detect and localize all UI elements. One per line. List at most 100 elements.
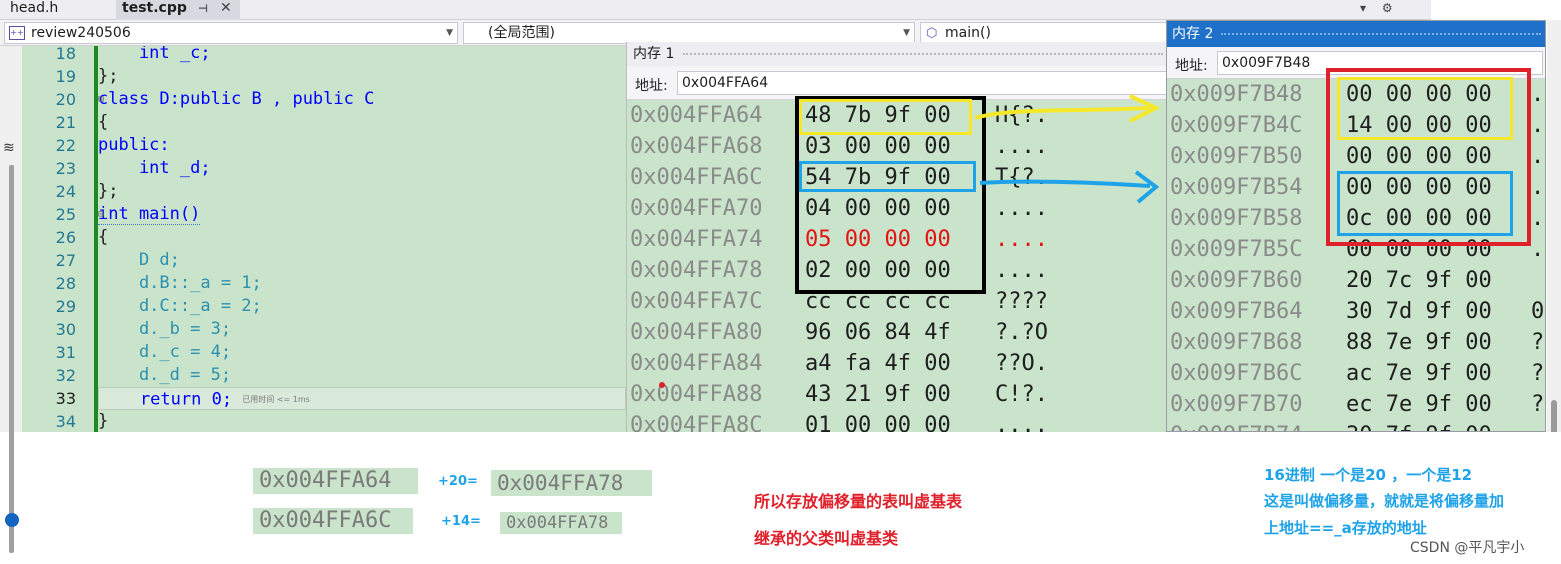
address-input[interactable]: 0x004FFA64: [677, 71, 1167, 95]
code-line: };: [98, 66, 119, 86]
memory-bytes[interactable]: ec 7e 9f 00: [1346, 389, 1492, 420]
line-number: 30: [55, 320, 76, 339]
code-line-current: return 0; 已用时间 <= 1ms: [98, 387, 626, 410]
line-number: 26: [55, 228, 76, 247]
chevron-down-icon: ▼: [446, 28, 453, 38]
calc-operator: +14=: [441, 514, 481, 529]
chevron-down-icon[interactable]: ▾: [1360, 1, 1366, 15]
code-editor[interactable]: 18 19 20 21 22 23 24 25 26 27 28 29 30 3…: [0, 46, 626, 432]
memory-address: 0x009F7B58: [1170, 206, 1303, 231]
memory-bytes[interactable]: a4 fa 4f 00: [805, 348, 951, 379]
memory-ascii: ....: [995, 196, 1048, 221]
memory-bytes[interactable]: 00 00 00 00: [1346, 172, 1492, 203]
line-number: 21: [55, 113, 76, 132]
memory-ascii: .: [1531, 206, 1545, 231]
memory-bytes[interactable]: 00 00 00 00: [1346, 141, 1492, 172]
line-number-current: 33: [55, 389, 76, 408]
code-line: };: [98, 181, 119, 201]
memory-bytes[interactable]: 04 00 00 00: [805, 193, 951, 224]
memory-row: 0x004FFA8C 01 00 00 00....: [627, 410, 1170, 432]
memory-bytes[interactable]: 54 7b 9f 00: [805, 162, 951, 193]
memory-bytes[interactable]: 96 06 84 4f: [805, 317, 951, 348]
line-number: 34: [55, 412, 76, 431]
fold-icon[interactable]: ⊟: [98, 88, 104, 111]
memory-address: 0x009F7B74: [1170, 420, 1302, 431]
memory-bytes[interactable]: 43 21 9f 00: [805, 379, 951, 410]
memory-bytes-changed[interactable]: 05 00 00 00: [805, 224, 951, 255]
scope-name: (全局范围): [488, 25, 555, 41]
memory-ascii: .: [1531, 144, 1545, 169]
memory-row: 0x004FFA7C cc cc cc cc????: [627, 286, 1170, 317]
memory-address: 0x009F7B60: [1170, 268, 1303, 293]
memory-window-1-title[interactable]: 内存 1: [627, 42, 1170, 66]
project-dropdown[interactable]: ++ review240506 ▼: [4, 22, 458, 44]
slider-track[interactable]: [9, 165, 14, 553]
memory-bytes[interactable]: 01 00 00 00: [805, 410, 951, 432]
line-number: 18: [55, 46, 76, 63]
cursor-dot: [659, 382, 665, 388]
code-line: {: [98, 227, 109, 247]
grip-icon[interactable]: ≋: [3, 140, 15, 156]
memory-row: 0x004FFA68 03 00 00 00....: [627, 131, 1170, 162]
memory-address: 0x004FFA68: [630, 134, 763, 159]
memory-bytes[interactable]: 14 00 00 00: [1346, 110, 1492, 141]
memory-address: 0x009F7B70: [1170, 392, 1303, 417]
memory-ascii: ?: [1531, 361, 1545, 386]
memory-row: 0x009F7B48 00 00 00 00.: [1167, 79, 1545, 110]
memory-row: 0x009F7B50 00 00 00 00.: [1167, 141, 1545, 172]
elapsed-time-hint: 已用时间 <= 1ms: [242, 395, 310, 404]
gear-icon[interactable]: ⚙: [1382, 1, 1393, 15]
line-number: 22: [55, 136, 76, 155]
drag-handle[interactable]: [683, 53, 1163, 57]
memory-bytes[interactable]: 0c 00 00 00: [1346, 203, 1492, 234]
code-line: d._b = 3;: [98, 319, 232, 339]
memory-bytes[interactable]: 00 00 00 00: [1346, 234, 1492, 265]
address-bar: 地址: 0x004FFA64: [627, 66, 1170, 100]
memory-address: 0x004FFA70: [630, 196, 763, 221]
memory-bytes[interactable]: ac 7e 9f 00: [1346, 358, 1492, 389]
scope-dropdown[interactable]: (全局范围) ▼: [463, 22, 915, 44]
memory-row: 0x009F7B70 ec 7e 9f 00?: [1167, 389, 1545, 420]
memory-row: 0x009F7B68 88 7e 9f 00?: [1167, 327, 1545, 358]
line-number: 23: [55, 159, 76, 178]
memory-bytes[interactable]: 30 7f 9f 00: [1346, 420, 1492, 431]
memory-ascii: .: [1531, 175, 1545, 200]
code-line: int _c;: [98, 46, 626, 65]
function-name: main(): [945, 25, 991, 41]
memory-address: 0x004FFA74: [630, 227, 763, 252]
memory-ascii: .: [1531, 113, 1545, 138]
memory-bytes[interactable]: 20 7c 9f 00: [1346, 265, 1492, 296]
vertical-scrollbar[interactable]: [1547, 20, 1561, 452]
slider-knob[interactable]: [5, 513, 19, 527]
function-dropdown[interactable]: ⬡ main(): [920, 22, 1168, 44]
memory-row: 0x009F7B6C ac 7e 9f 00?: [1167, 358, 1545, 389]
drag-handle[interactable]: [1221, 33, 1541, 37]
tab-head-h[interactable]: head.h: [10, 0, 58, 20]
code-line: d._c = 4;: [98, 342, 232, 362]
code-text: return 0;: [99, 389, 233, 410]
memory-ascii: ?.?O: [995, 320, 1048, 345]
address-label: 地址:: [635, 78, 668, 94]
code-area[interactable]: int _c; }; ⊟ class D:public B , public C …: [98, 46, 626, 432]
memory-ascii: ?: [1531, 330, 1545, 355]
fold-icon[interactable]: ⊟: [98, 203, 104, 226]
memory-bytes[interactable]: 03 00 00 00: [805, 131, 951, 162]
memory-row: 0x009F7B58 0c 00 00 00.: [1167, 203, 1545, 234]
memory-window-2-title[interactable]: 内存 2: [1167, 21, 1545, 47]
code-line: int _d;: [98, 157, 626, 180]
memory-window-1: 内存 1 地址: 0x004FFA64 0x004FFA64 48 7b 9f 0…: [626, 42, 1170, 432]
address-input[interactable]: 0x009F7B48: [1217, 51, 1543, 75]
memory-ascii: H{?.: [995, 103, 1048, 128]
memory-bytes[interactable]: 00 00 00 00: [1346, 79, 1492, 110]
pin-icon[interactable]: ⊣: [198, 1, 208, 17]
memory-bytes[interactable]: 88 7e 9f 00: [1346, 327, 1492, 358]
close-icon[interactable]: ✕: [220, 0, 232, 16]
cube-icon: ⬡: [926, 26, 938, 41]
memory-bytes[interactable]: 48 7b 9f 00: [805, 100, 951, 131]
memory-bytes[interactable]: 02 00 00 00: [805, 255, 951, 286]
calc-result: 0x004FFA78: [500, 512, 622, 534]
memory-bytes[interactable]: cc cc cc cc: [805, 286, 951, 317]
tab-test-cpp[interactable]: test.cpp ⊣ ✕: [116, 0, 240, 20]
code-line: public:: [98, 135, 170, 155]
memory-bytes[interactable]: 30 7d 9f 00: [1346, 296, 1492, 327]
